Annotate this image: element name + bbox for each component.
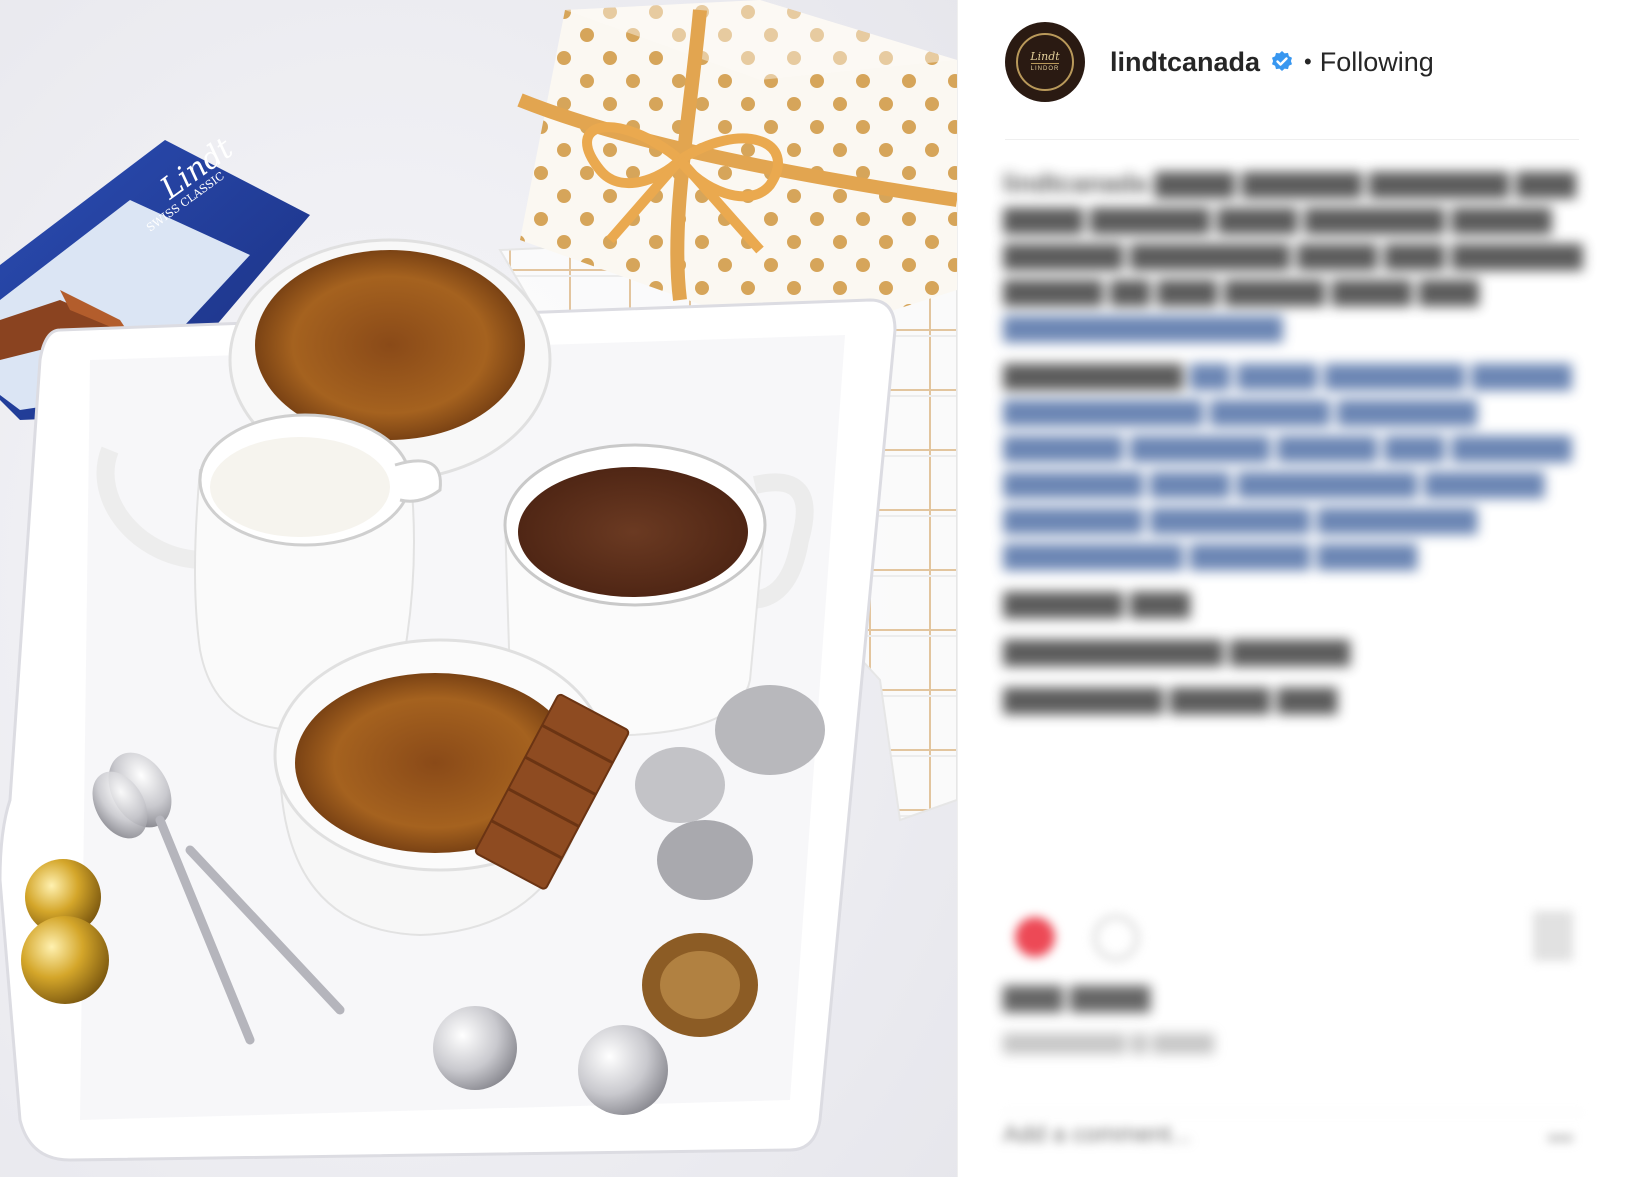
caption-blurred: lindtcanada ▇▇▇▇ ▇▇▇▇▇▇ ▇▇▇▇▇▇▇ ▇▇▇ ▇▇▇▇… <box>1003 165 1583 717</box>
avatar-sub: LINDOR <box>1030 63 1060 73</box>
caption-line: ▇▇▇▇▇▇ ▇▇▇▇▇▇▇▇ ▇▇▇▇ ▇▇▇ ▇▇▇▇▇▇▇ <box>1003 240 1583 270</box>
avatar[interactable]: Lindt LINDOR <box>1005 22 1085 102</box>
avatar-logo: Lindt LINDOR <box>1016 33 1074 91</box>
post-timestamp: ▇▇▇▇▇▇▇▇ ▇ ▇▇▇▇ <box>1003 1032 1215 1054</box>
avatar-brand: Lindt <box>1030 50 1060 63</box>
caption-hashtag[interactable]: ▇▇▇▇▇▇▇▇▇▇▇▇▇▇ <box>1003 309 1583 345</box>
comment-icon[interactable] <box>1093 915 1139 961</box>
comment-line: ▇▇▇▇▇▇▇ ▇▇▇▇ ▇▇▇▇▇▇▇▇▇ ▇▇▇▇▇▇ <box>1003 468 1545 498</box>
comment-line: ▇▇▇▇▇▇▇▇ ▇▇▇▇▇ ▇▇▇ <box>1003 684 1338 714</box>
add-comment-input[interactable] <box>1003 1113 1483 1157</box>
caption-line: ▇▇▇▇▇ ▇▇ ▇▇▇ ▇▇▇▇▇ ▇▇▇▇ ▇▇▇ <box>1003 276 1480 306</box>
bookmark-icon[interactable] <box>1533 911 1573 961</box>
post-photo[interactable]: Lindt SWISS CLASSIC <box>0 0 957 1177</box>
caption-line: ▇▇▇▇ ▇▇▇▇▇▇ ▇▇▇▇ ▇▇▇▇▇▇▇ ▇▇▇▇▇ <box>1003 204 1552 234</box>
comment-line: ▇▇▇▇▇▇▇▇▇▇ ▇▇▇▇▇▇ ▇▇▇▇▇▇▇ <box>1003 396 1478 426</box>
username-link[interactable]: lindtcanada <box>1110 47 1260 78</box>
comment-line: ▇▇▇▇▇▇ ▇▇▇▇▇▇▇ ▇▇▇▇▇ ▇▇▇ ▇▇▇▇▇▇ <box>1003 432 1572 462</box>
comment-line: ▇▇▇▇▇▇▇▇▇ ▇▇▇▇▇▇ ▇▇▇▇▇ <box>1003 540 1418 570</box>
caption-line: lindtcanada ▇▇▇▇ ▇▇▇▇▇▇ ▇▇▇▇▇▇▇ ▇▇▇ ▇▇▇▇ <box>1003 168 1583 198</box>
likes-count[interactable]: ▇▇▇ ▇▇▇▇ <box>1003 982 1150 1013</box>
more-options-icon[interactable]: ••• <box>1548 1125 1573 1153</box>
header-separator: • <box>1304 49 1312 74</box>
comment-line: ▇▇▇▇▇▇▇ ▇▇▇▇▇▇▇▇ ▇▇▇▇▇▇▇▇ <box>1003 504 1478 534</box>
post-actions <box>1003 905 1583 975</box>
comment-line: ▇▇▇▇▇▇ ▇▇▇ <box>1003 588 1191 618</box>
verified-badge-icon <box>1270 50 1294 74</box>
comment-composer: ••• <box>1003 1112 1583 1157</box>
header-divider <box>1005 139 1579 140</box>
comment-line: ▇▇▇▇▇▇▇▇▇▇▇ ▇▇▇▇▇▇ <box>1003 636 1351 666</box>
following-button[interactable]: Following <box>1320 47 1434 78</box>
comment-line: ▇▇▇▇▇▇▇▇▇ ▇▇ ▇▇▇▇ ▇▇▇▇▇▇▇ ▇▇▇▇▇ <box>1003 360 1572 390</box>
like-heart-icon[interactable] <box>1015 917 1055 957</box>
post-header: Lindt LINDOR lindtcanada • Following <box>1005 22 1585 102</box>
post-side-panel: Lindt LINDOR lindtcanada • Following lin… <box>957 0 1628 1177</box>
